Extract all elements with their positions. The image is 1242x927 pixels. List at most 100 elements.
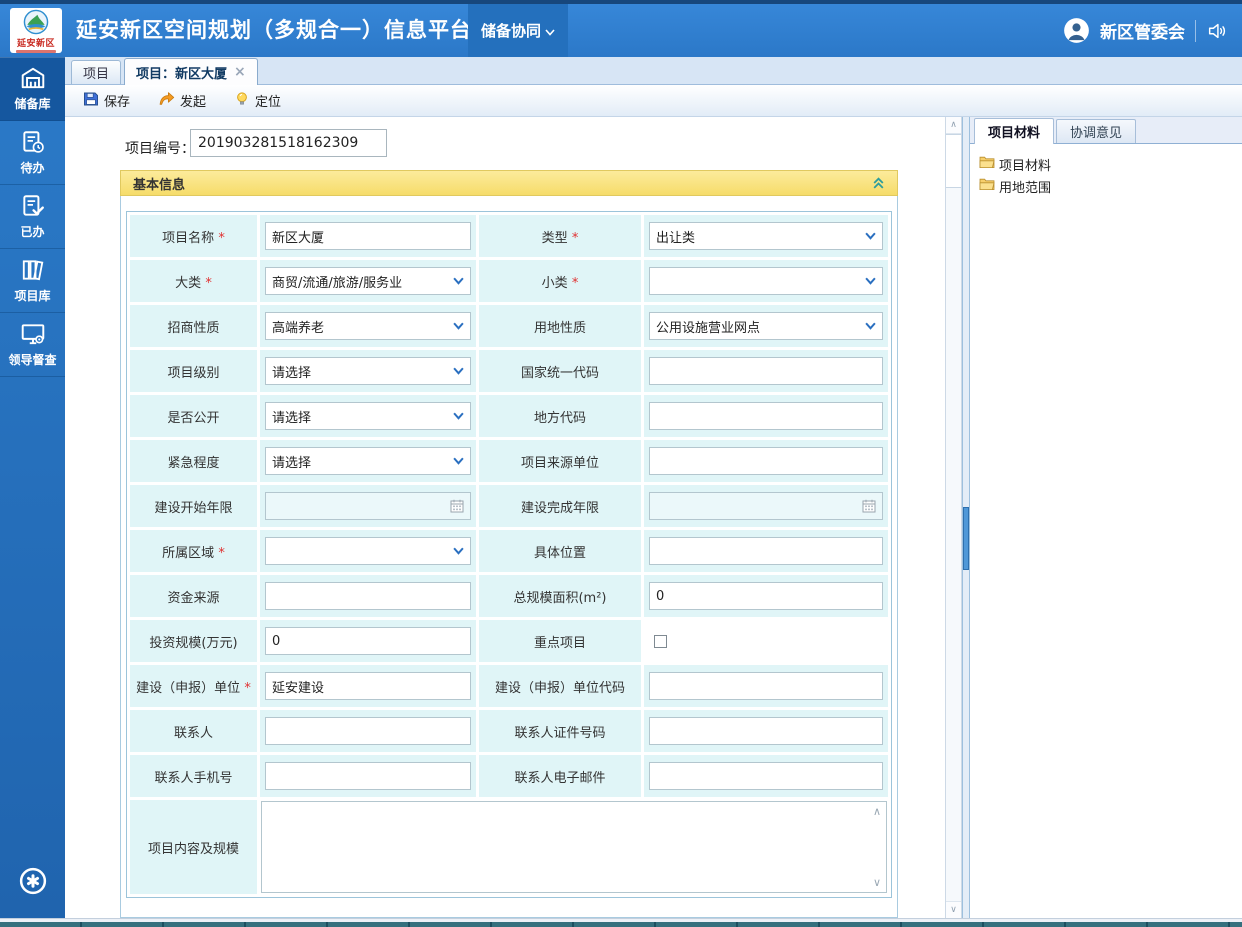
section-title: 基本信息 xyxy=(133,174,185,193)
select-input[interactable]: 请选择 xyxy=(265,447,471,475)
logo-emblem-icon xyxy=(21,9,51,39)
sidebar-item-label: 已办 xyxy=(20,223,44,240)
app-window: 延安新区 延安新区空间规划（多规合一）信息平台 储备协同 新区管委会 储备库待办… xyxy=(0,0,1242,927)
select-input[interactable]: 公用设施营业网点 xyxy=(649,312,883,340)
select-input[interactable]: 请选择 xyxy=(265,357,471,385)
select-input[interactable] xyxy=(265,537,471,565)
text-input[interactable]: 延安建设 xyxy=(265,672,471,700)
logo-text: 延安新区 xyxy=(17,39,55,49)
date-input[interactable] xyxy=(265,492,471,520)
field-label: 建设开始年限 xyxy=(130,485,257,527)
field-label: 项目名称 * xyxy=(130,215,257,257)
logo-subline xyxy=(16,50,56,53)
locate-icon xyxy=(234,91,250,111)
sidebar-item-todo[interactable]: 待办 xyxy=(0,121,65,185)
chevron-down-icon xyxy=(865,232,876,240)
launch-button[interactable]: 发起 xyxy=(154,87,210,114)
toolbar-button-label: 发起 xyxy=(180,91,206,110)
text-input[interactable] xyxy=(265,582,471,610)
text-input[interactable]: 0 xyxy=(649,582,883,610)
field-label: 总规模面积(m²) xyxy=(479,575,641,617)
text-input[interactable] xyxy=(649,672,883,700)
required-marker: * xyxy=(244,681,251,696)
tab-bar: 项目项目：新区大厦× xyxy=(65,57,1242,85)
required-marker: * xyxy=(572,276,579,291)
toolbar-button-label: 保存 xyxy=(104,91,130,110)
scroll-thumb[interactable] xyxy=(946,134,961,188)
select-input[interactable]: 高端养老 xyxy=(265,312,471,340)
form-area: 项目编号： 201903281518162309 基本信息 项目名称 *新区大厦… xyxy=(65,117,945,918)
basic-info-body: 项目名称 *新区大厦类型 *出让类大类 *商贸/流通/旅游/服务业小类 *招商性… xyxy=(120,196,898,918)
tab-label: 项目 xyxy=(83,63,109,82)
field-label: 所属区域 * xyxy=(130,530,257,572)
text-input[interactable]: 0 xyxy=(265,627,471,655)
splitter-handle[interactable] xyxy=(963,507,969,570)
scroll-down-icon[interactable]: ∨ xyxy=(873,877,881,888)
tab-project-detail[interactable]: 项目：新区大厦× xyxy=(124,58,258,85)
field-label: 具体位置 xyxy=(479,530,641,572)
menu-reserve-collaboration[interactable]: 储备协同 xyxy=(468,4,568,57)
save-icon xyxy=(83,91,99,111)
locate-button[interactable]: 定位 xyxy=(230,88,285,114)
textarea-input[interactable]: ∧∨ xyxy=(261,801,887,893)
scroll-up-icon[interactable]: ∧ xyxy=(873,806,881,817)
select-input[interactable]: 请选择 xyxy=(265,402,471,430)
scroll-down-button[interactable]: ∨ xyxy=(946,901,961,918)
tree-item-label: 用地范围 xyxy=(999,177,1051,196)
chevron-down-icon xyxy=(453,412,464,420)
sidebar-items: 储备库待办已办项目库领导督查 xyxy=(0,57,65,377)
sidebar-item-project-library[interactable]: 项目库 xyxy=(0,249,65,313)
right-panel: 项目材料协调意见 项目材料用地范围 xyxy=(970,117,1242,918)
form-row: 项目名称 *新区大厦类型 *出让类 xyxy=(130,215,888,257)
chevron-down-icon xyxy=(453,277,464,285)
scroll-up-button[interactable]: ∧ xyxy=(946,117,961,134)
text-input[interactable] xyxy=(649,447,883,475)
menu-label: 储备协同 xyxy=(481,20,541,41)
text-input[interactable] xyxy=(649,717,883,745)
text-input[interactable] xyxy=(649,402,883,430)
field-label: 重点项目 xyxy=(479,620,641,662)
apps-button[interactable] xyxy=(18,866,48,900)
date-input[interactable] xyxy=(649,492,883,520)
tree-item-land-scope[interactable]: 用地范围 xyxy=(979,175,1242,197)
collapse-icon[interactable] xyxy=(872,176,885,190)
form-row: 招商性质高端养老用地性质公用设施营业网点 xyxy=(130,305,888,347)
form-row: 紧急程度请选择项目来源单位 xyxy=(130,440,888,482)
select-input[interactable] xyxy=(649,267,883,295)
sidebar-item-leader-inspection[interactable]: 领导督查 xyxy=(0,313,65,377)
panel-tab-project-materials[interactable]: 项目材料 xyxy=(974,118,1054,144)
panel-tab-coordination-opinions[interactable]: 协调意见 xyxy=(1056,119,1136,143)
field-label: 是否公开 xyxy=(130,395,257,437)
warehouse-icon xyxy=(20,65,46,91)
sidebar-item-reserve-library[interactable]: 储备库 xyxy=(0,57,65,121)
field-label: 小类 * xyxy=(479,260,641,302)
tab-project[interactable]: 项目 xyxy=(71,60,121,84)
field-label: 用地性质 xyxy=(479,305,641,347)
field-label: 联系人手机号 xyxy=(130,755,257,797)
text-input[interactable]: 新区大厦 xyxy=(265,222,471,250)
text-input[interactable] xyxy=(649,537,883,565)
basic-info-header[interactable]: 基本信息 xyxy=(120,170,898,196)
chevron-down-icon xyxy=(453,322,464,330)
chevron-down-icon xyxy=(545,22,555,40)
sidebar-item-label: 领导督查 xyxy=(8,351,56,368)
close-icon[interactable]: × xyxy=(234,66,246,78)
user-name[interactable]: 新区管委会 xyxy=(1100,18,1185,43)
select-input[interactable]: 商贸/流通/旅游/服务业 xyxy=(265,267,471,295)
text-input[interactable] xyxy=(265,762,471,790)
tree-item-project-materials[interactable]: 项目材料 xyxy=(979,153,1242,175)
text-input[interactable] xyxy=(649,762,883,790)
save-button[interactable]: 保存 xyxy=(79,88,134,114)
checkbox[interactable] xyxy=(654,635,667,648)
form-scrollbar[interactable]: ∧ ∨ xyxy=(945,117,962,918)
speaker-icon[interactable] xyxy=(1206,20,1228,42)
sidebar-item-done[interactable]: 已办 xyxy=(0,185,65,249)
folder-icon xyxy=(979,155,995,173)
required-marker: * xyxy=(218,546,225,561)
field-label: 地方代码 xyxy=(479,395,641,437)
text-input[interactable] xyxy=(265,717,471,745)
select-input[interactable]: 出让类 xyxy=(649,222,883,250)
project-no-input[interactable]: 201903281518162309 xyxy=(190,129,387,157)
text-input[interactable] xyxy=(649,357,883,385)
form-row: 资金来源总规模面积(m²)0 xyxy=(130,575,888,617)
